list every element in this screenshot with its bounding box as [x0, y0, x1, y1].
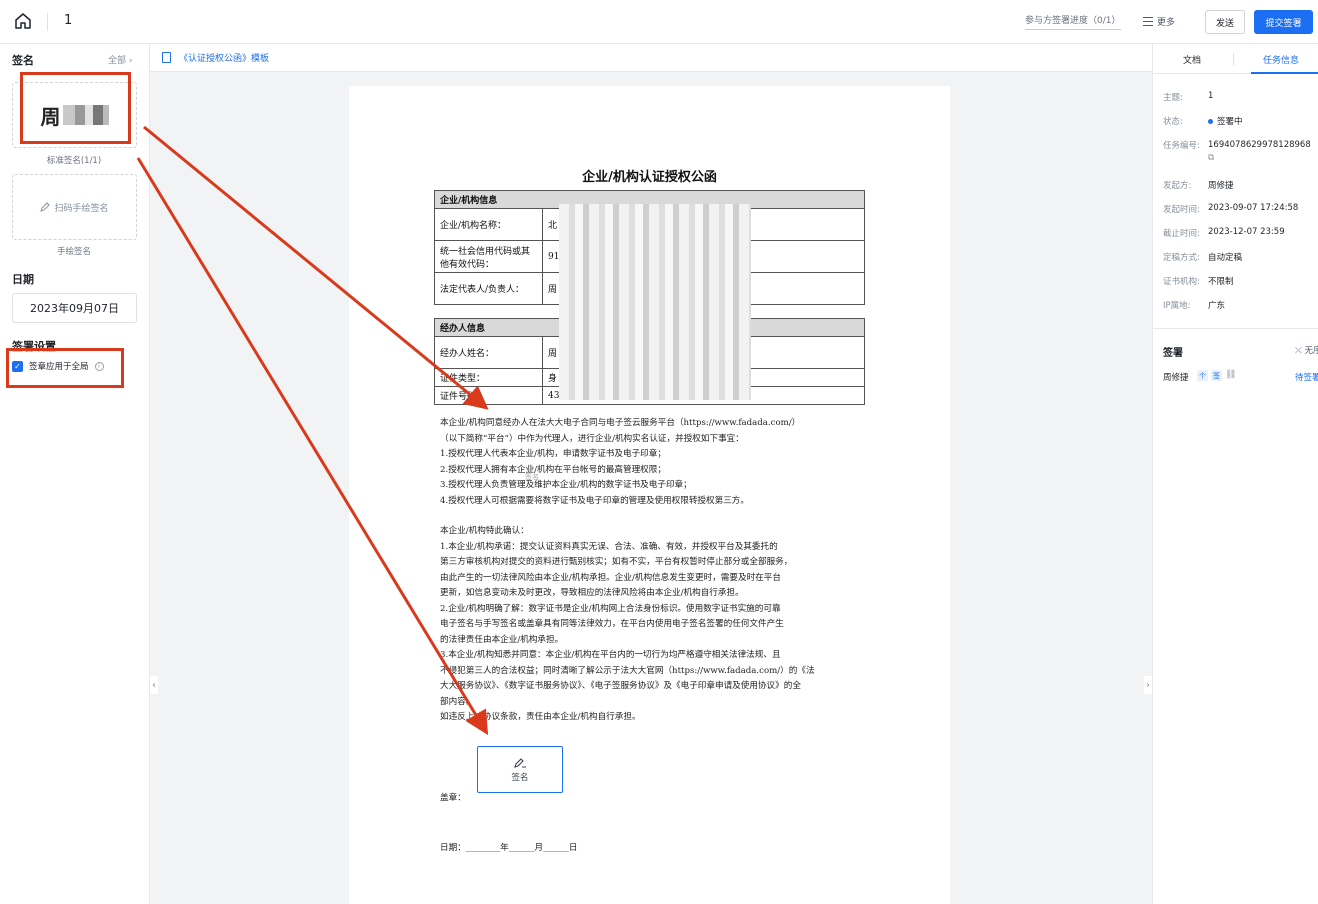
task-field: 任务编号: 1694078629978128968 ⧉ — [1163, 139, 1313, 165]
task-field: 发起方: 周修捷 — [1163, 179, 1234, 191]
field-key: 状态: — [1163, 117, 1183, 127]
signer-icons: 个 签 ⛓ — [1197, 370, 1236, 381]
task-field: 截止时间: 2023-12-07 23:59 — [1163, 227, 1285, 239]
field-key: IP属地: — [1163, 301, 1191, 311]
annotation-arrows — [136, 125, 489, 736]
link-icon[interactable]: ⛓ — [1225, 370, 1236, 381]
field-value: 2023-12-07 23:59 — [1208, 227, 1285, 237]
task-field: IP属地: 广东 — [1163, 299, 1225, 311]
status-dot — [1208, 119, 1213, 124]
field-value: 周修捷 — [1208, 181, 1234, 191]
field-value: 2023-09-07 17:24:58 — [1208, 203, 1299, 213]
tab-divider — [1233, 53, 1234, 66]
sign-icon: 签 — [1211, 370, 1222, 381]
task-field: 证书机构: 不限制 — [1163, 275, 1234, 287]
field-key: 任务编号: — [1163, 141, 1200, 151]
field-key: 发起方: — [1163, 181, 1192, 191]
order-toggle[interactable]: ⤫ 无序 — [1295, 344, 1318, 356]
field-key: 证书机构: — [1163, 277, 1200, 287]
task-field: 发起时间: 2023-09-07 17:24:58 — [1163, 203, 1298, 215]
field-key: 主题: — [1163, 93, 1183, 103]
field-key: 截止时间: — [1163, 229, 1200, 239]
status-badge: 签署中 — [1217, 117, 1243, 127]
task-number-tail: 8 — [1305, 140, 1311, 150]
annotation-arrow — [136, 157, 489, 736]
task-field: 定稿方式: 自动定稿 — [1163, 251, 1242, 263]
field-value: 1 — [1208, 91, 1214, 101]
signer-name: 周修捷 — [1163, 373, 1189, 383]
copy-icon[interactable]: ⧉ — [1208, 153, 1214, 163]
field-value: 自动定稿 — [1208, 253, 1243, 263]
field-key: 发起时间: — [1163, 205, 1200, 215]
field-value: 广东 — [1208, 301, 1226, 311]
order-label: 无序 — [1304, 346, 1318, 356]
signer-status[interactable]: 待签署 — [1295, 371, 1318, 383]
field-value: 不限制 — [1208, 277, 1234, 287]
tab-task-info[interactable]: 任务信息 — [1263, 53, 1299, 66]
divider — [1153, 328, 1318, 329]
field-key: 定稿方式: — [1163, 253, 1200, 263]
task-field: 主题: 1 — [1163, 91, 1213, 103]
active-tab-indicator — [1251, 72, 1318, 74]
right-panel: 文档 任务信息 主题: 1 状态: 签署中 任务编号: 169407862997812… — [1152, 44, 1318, 904]
sign-section-title: 签署 — [1163, 348, 1183, 359]
person-icon: 个 — [1197, 370, 1208, 381]
right-tabs: 文档 任务信息 — [1153, 44, 1318, 74]
tab-document[interactable]: 文档 — [1183, 53, 1201, 66]
task-number: 169407862997812896 — [1208, 140, 1306, 150]
annotation-arrow — [143, 125, 489, 410]
task-field: 状态: 签署中 — [1163, 115, 1243, 127]
